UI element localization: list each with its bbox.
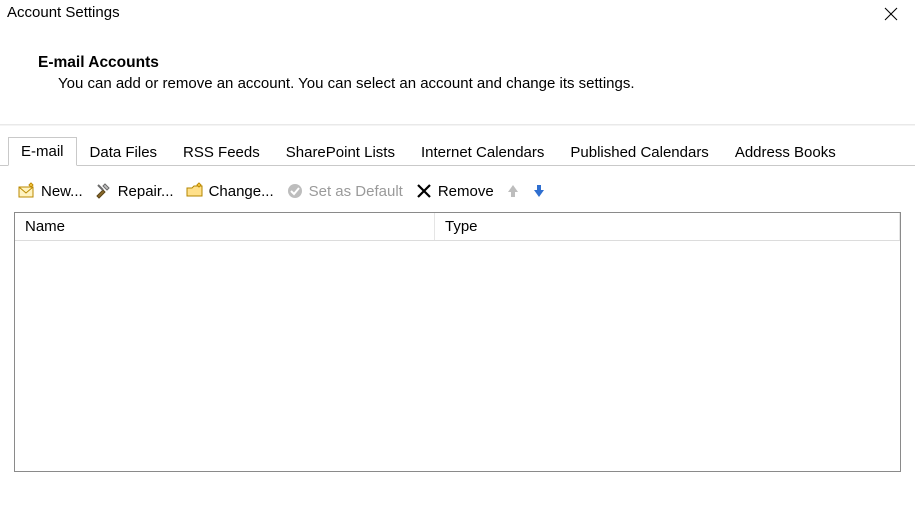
new-button-label: New... — [41, 183, 83, 200]
tab-internet-calendars[interactable]: Internet Calendars — [408, 138, 557, 166]
move-up-button[interactable] — [504, 180, 526, 202]
new-button[interactable]: New... — [16, 180, 89, 202]
set-default-button-label: Set as Default — [309, 183, 403, 200]
tab-bar: E-mail Data Files RSS Feeds SharePoint L… — [0, 126, 915, 166]
remove-button-label: Remove — [438, 183, 494, 200]
arrow-up-icon — [504, 182, 522, 200]
tools-icon — [95, 182, 113, 200]
change-button-label: Change... — [209, 183, 274, 200]
repair-button[interactable]: Repair... — [93, 180, 180, 202]
tab-label: E-mail — [21, 143, 64, 160]
title-bar: Account Settings — [0, 0, 915, 28]
column-label: Type — [445, 218, 478, 235]
envelope-new-icon — [18, 182, 36, 200]
window-title: Account Settings — [7, 4, 120, 21]
accounts-grid[interactable]: Name Type — [14, 212, 901, 472]
column-label: Name — [25, 218, 65, 235]
header-title: E-mail Accounts — [38, 54, 905, 72]
header-block: E-mail Accounts You can add or remove an… — [0, 28, 915, 104]
tab-sharepoint-lists[interactable]: SharePoint Lists — [273, 138, 408, 166]
header-description: You can add or remove an account. You ca… — [38, 75, 905, 92]
repair-button-label: Repair... — [118, 183, 174, 200]
arrow-down-icon — [530, 182, 548, 200]
tab-email[interactable]: E-mail — [8, 137, 77, 166]
grid-body[interactable] — [15, 241, 900, 469]
folder-change-icon — [186, 182, 204, 200]
toolbar: New... Repair... Change... — [14, 176, 901, 212]
tab-label: Address Books — [735, 144, 836, 161]
tab-data-files[interactable]: Data Files — [77, 138, 171, 166]
column-header-type[interactable]: Type — [435, 213, 900, 240]
grid-header: Name Type — [15, 213, 900, 241]
tab-rss-feeds[interactable]: RSS Feeds — [170, 138, 273, 166]
set-default-button[interactable]: Set as Default — [284, 180, 409, 202]
tab-address-books[interactable]: Address Books — [722, 138, 849, 166]
close-button[interactable] — [877, 4, 905, 28]
tab-published-calendars[interactable]: Published Calendars — [557, 138, 721, 166]
column-header-name[interactable]: Name — [15, 213, 435, 240]
remove-x-icon — [415, 182, 433, 200]
remove-button[interactable]: Remove — [413, 180, 500, 202]
move-down-button[interactable] — [530, 180, 552, 202]
tab-label: RSS Feeds — [183, 144, 260, 161]
tab-label: SharePoint Lists — [286, 144, 395, 161]
tab-panel-email: New... Repair... Change... — [0, 166, 915, 486]
tab-label: Internet Calendars — [421, 144, 544, 161]
close-icon — [884, 7, 898, 25]
tab-label: Data Files — [90, 144, 158, 161]
check-circle-icon — [286, 182, 304, 200]
tab-label: Published Calendars — [570, 144, 708, 161]
change-button[interactable]: Change... — [184, 180, 280, 202]
